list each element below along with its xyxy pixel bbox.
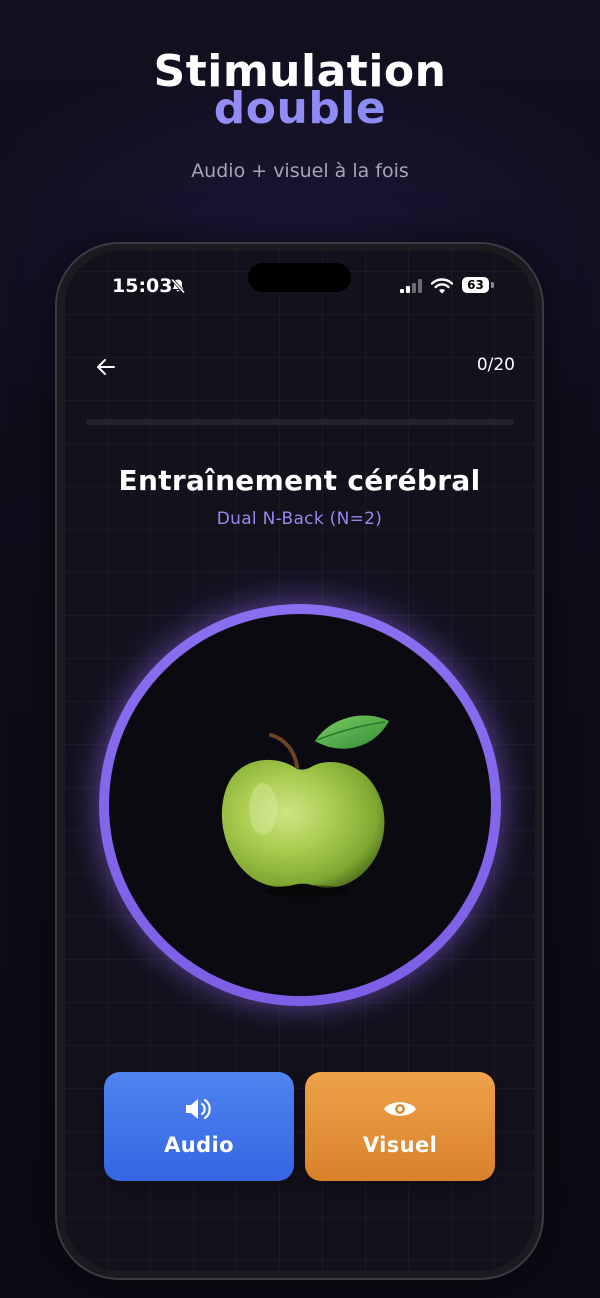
stimulus-display: [109, 614, 491, 996]
stimulus-circle: [99, 604, 501, 1006]
progress-counter: 0/20: [476, 355, 515, 375]
app-store-screenshot: Stimulation double Audio + visuel à la f…: [0, 0, 600, 1298]
bell-slash-icon: [170, 278, 186, 294]
audio-button-label: Audio: [164, 1133, 234, 1157]
audio-button[interactable]: Audio: [104, 1072, 294, 1181]
phone-frame: 15:03 63 0/20 Entraînement cérébral Dual…: [55, 242, 544, 1280]
eye-icon: [384, 1102, 416, 1116]
visual-button-label: Visuel: [362, 1133, 438, 1157]
dynamic-island: [248, 263, 351, 292]
wifi-icon: [431, 278, 453, 294]
battery-cap: [491, 282, 494, 288]
battery-icon: 63: [462, 277, 489, 293]
status-time: 15:03: [112, 275, 173, 297]
progress-bar: [86, 419, 514, 425]
headline-line2: double: [0, 87, 600, 131]
screen-title: Entraînement cérébral: [118, 464, 481, 497]
arrow-left-icon[interactable]: [94, 355, 118, 379]
phone-screen: 15:03 63 0/20 Entraînement cérébral Dual…: [64, 251, 535, 1271]
cellular-signal-icon: [400, 279, 422, 293]
speaker-icon: [186, 1098, 211, 1120]
visual-button[interactable]: Visuel: [305, 1072, 495, 1181]
green-apple-image: [221, 715, 389, 897]
screen-subtitle: Dual N-Back (N=2): [216, 509, 383, 529]
tagline: Audio + visuel à la fois: [191, 160, 409, 182]
